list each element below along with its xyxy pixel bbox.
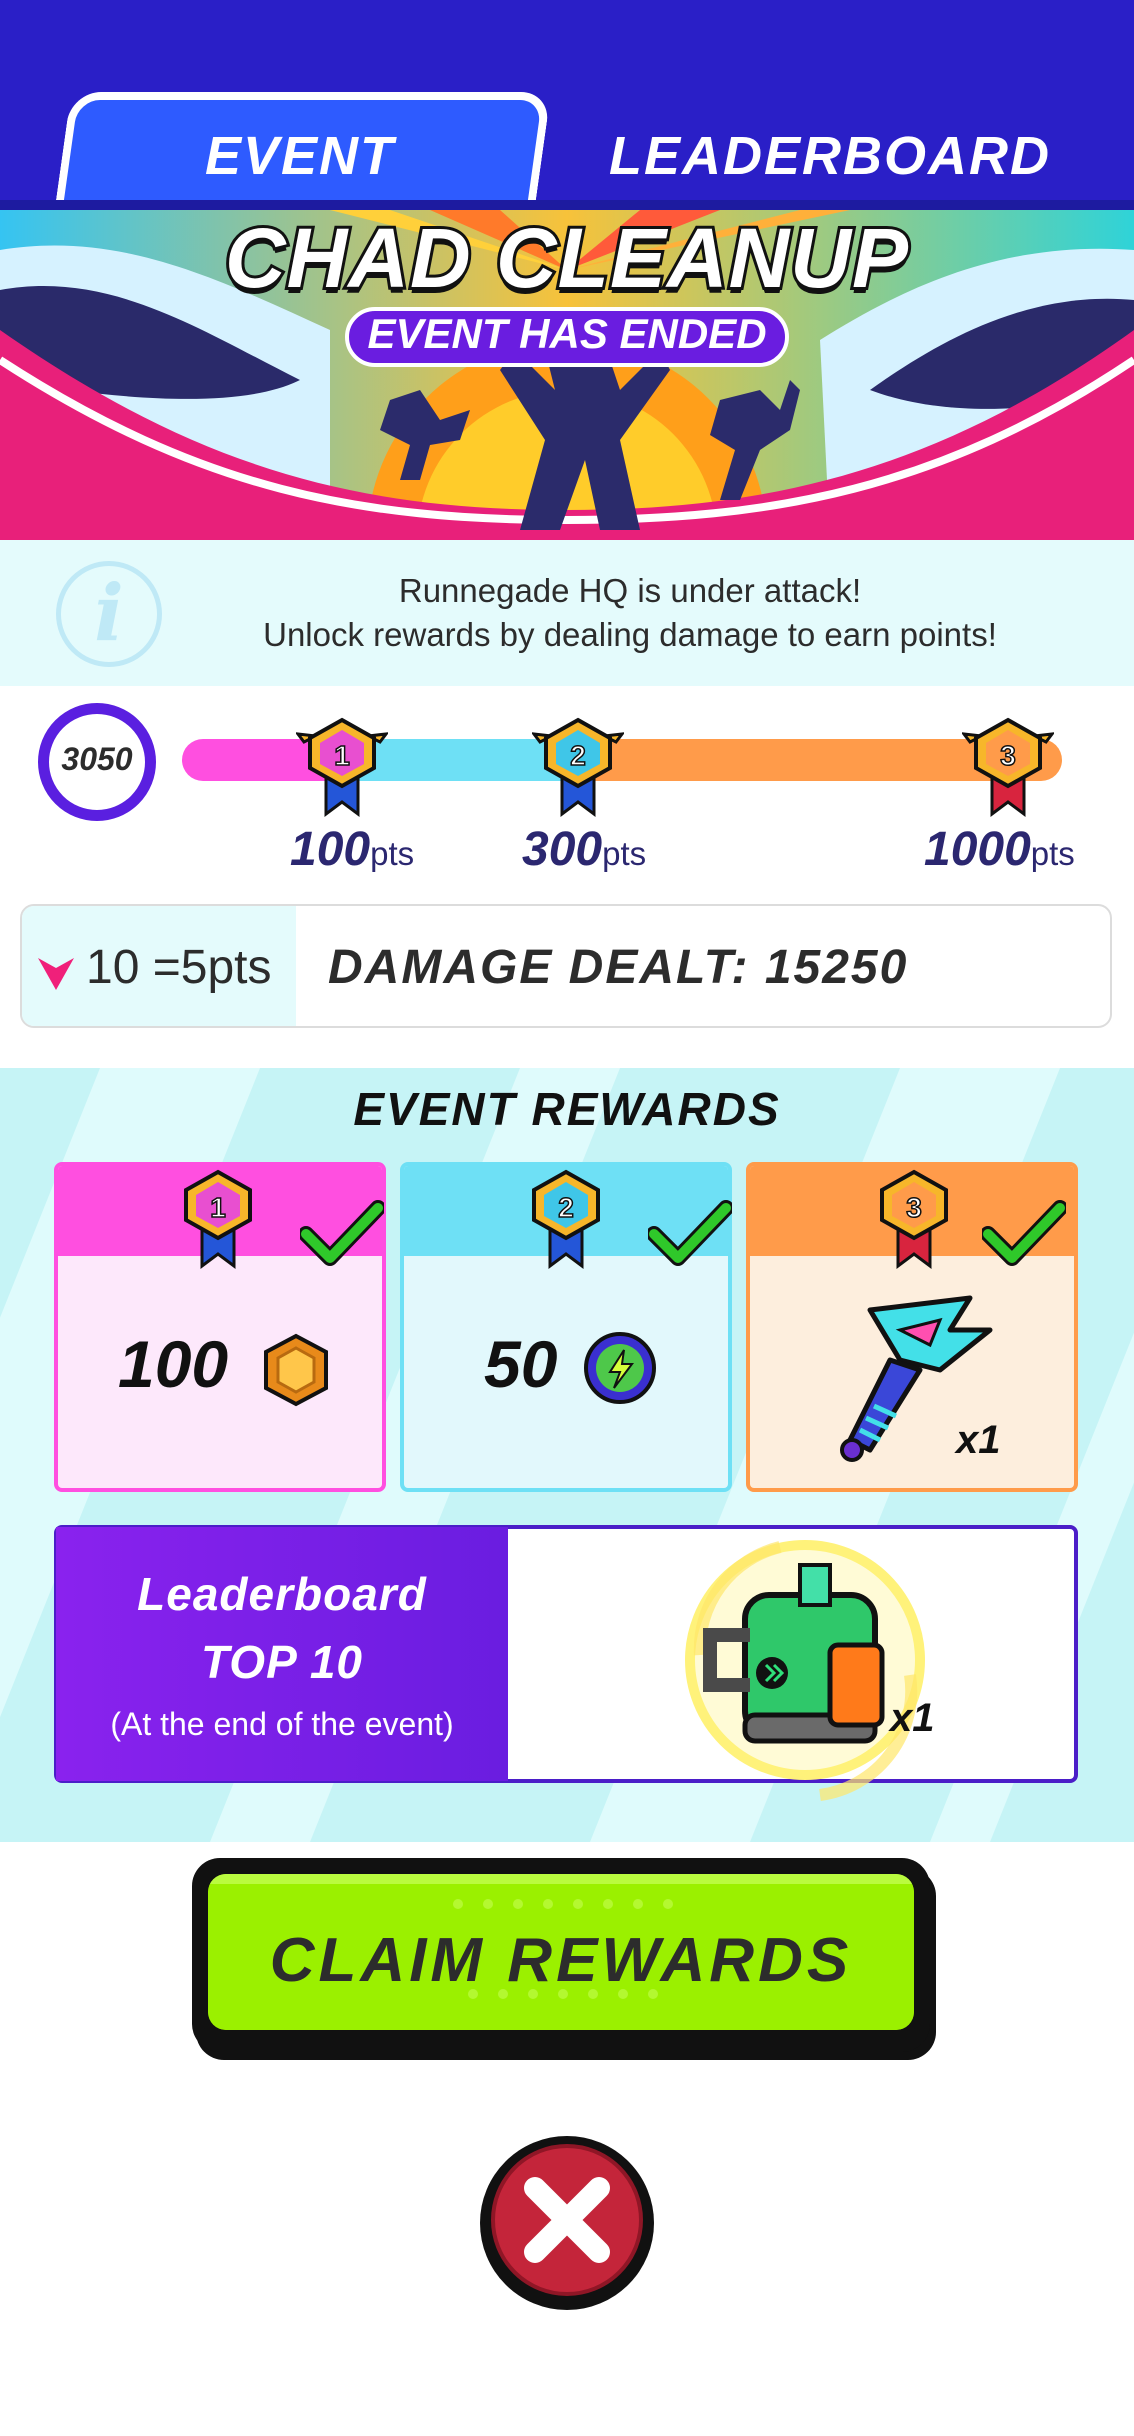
rank-1-medal-icon: 1 (296, 717, 388, 817)
info-panel (0, 540, 1134, 686)
leaderboard-reward-note: (At the end of the event) (110, 1706, 454, 1742)
svg-text:2: 2 (570, 740, 586, 771)
tier-2-medal-icon: 2 (532, 1169, 600, 1269)
event-title: CHAD CLEANUP (222, 208, 911, 308)
rewards-title: EVENT REWARDS (353, 1083, 781, 1135)
reward-tier-2-amount: 50 (484, 1327, 558, 1401)
svg-text:3: 3 (906, 1192, 922, 1223)
leaderboard-reward-quantity: x1 (890, 1696, 935, 1740)
tier-1-claimed-check-icon (300, 1200, 384, 1266)
tab-event-label[interactable]: EVENT (130, 125, 470, 187)
tier-2-claimed-check-icon (648, 1200, 732, 1266)
leaderboard-reward-title: Leaderboard (137, 1568, 427, 1620)
leaderboard-reward-rank: TOP 10 (201, 1636, 363, 1688)
reward-tier-1-amount: 100 (118, 1327, 229, 1401)
rank-2-medal-icon: 2 (532, 717, 624, 817)
tier-1-medal-icon: 1 (184, 1169, 252, 1269)
damage-burst-icon (38, 958, 74, 990)
coin-icon (264, 1333, 328, 1407)
tier-3-claimed-check-icon (982, 1200, 1066, 1266)
info-icon: i (56, 561, 162, 667)
damage-rate-text: 10 =5pts (86, 941, 272, 994)
svg-text:3: 3 (1000, 740, 1016, 771)
close-icon[interactable] (517, 2170, 617, 2270)
claim-rewards-label[interactable]: CLAIM REWARDS (192, 1925, 930, 1996)
info-line-1: Runnegade HQ is under attack! (398, 572, 862, 609)
rank-3-medal-icon: 3 (962, 717, 1054, 817)
svg-text:1: 1 (210, 1192, 226, 1223)
damage-dealt-text: DAMAGE DEALT: 15250 (328, 941, 909, 994)
current-points-value: 3050 (61, 741, 133, 777)
tab-bar-divider (0, 200, 1134, 210)
svg-text:1: 1 (334, 740, 350, 771)
blaster-weapon-icon (840, 1295, 993, 1462)
energy-orb-icon (584, 1332, 656, 1404)
backpack-gear-icon (685, 1540, 925, 1801)
milestone-2-points: 300pts (522, 823, 647, 876)
svg-text:2: 2 (558, 1192, 574, 1223)
event-status-text: EVENT HAS ENDED (367, 310, 767, 357)
milestone-1-points: 100pts (290, 823, 415, 876)
info-line-2: Unlock rewards by dealing damage to earn… (263, 616, 997, 653)
tab-leaderboard[interactable]: LEADERBOARD (600, 125, 1060, 187)
tier-3-medal-icon: 3 (880, 1169, 948, 1269)
milestone-3-points: 1000pts (924, 823, 1075, 876)
